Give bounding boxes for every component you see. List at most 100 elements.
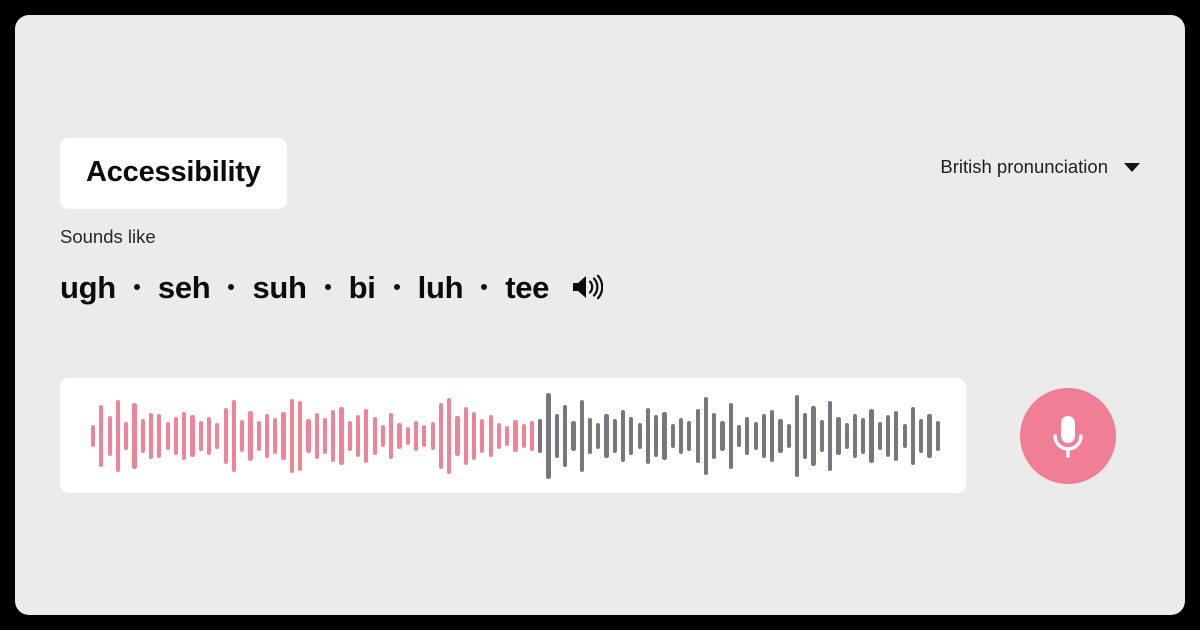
waveform-bar: [248, 410, 253, 461]
syllable: seh: [157, 269, 211, 305]
waveform-bar: [372, 416, 377, 455]
waveform-bar: [389, 412, 394, 459]
waveform-bar: [215, 422, 220, 449]
waveform-bar: [356, 414, 361, 457]
waveform-bar: [604, 413, 609, 458]
syllable: bi: [348, 269, 376, 305]
waveform-bar: [223, 407, 228, 464]
waveform-bar: [894, 410, 899, 461]
waveform-bar: [571, 420, 576, 451]
waveform-bar: [380, 424, 386, 447]
syllable-separator-dot: [133, 284, 140, 290]
waveform-bar: [745, 416, 750, 455]
waveform-bar: [148, 412, 154, 459]
waveform-bar: [579, 399, 584, 472]
waveform-bars: [91, 378, 966, 493]
waveform-bar: [836, 416, 841, 455]
page-title: Accessibility: [86, 156, 261, 188]
syllable-separator-dot: [393, 284, 400, 290]
waveform-bar: [828, 400, 833, 471]
waveform-bar: [596, 422, 601, 449]
waveform-bar: [124, 421, 129, 450]
waveform-bar: [347, 420, 352, 451]
waveform-bar: [778, 418, 783, 453]
waveform-bar: [538, 418, 543, 453]
waveform-bar: [678, 417, 684, 454]
screenshot-frame: Accessibility British pronunciation Soun…: [0, 0, 1200, 630]
waveform-bar: [695, 408, 700, 463]
waveform-bar: [182, 411, 187, 460]
waveform-bar: [463, 406, 468, 465]
speaker-volume-icon: [573, 274, 604, 300]
waveform-bar: [405, 426, 410, 445]
waveform-panel[interactable]: [60, 378, 966, 493]
page-title-chip: Accessibility: [60, 138, 287, 209]
waveform-bar: [670, 423, 675, 448]
syllable-separator-dot: [228, 284, 235, 290]
waveform-bar: [438, 402, 443, 469]
waveform-bar: [736, 424, 742, 447]
accessibility-card: Accessibility British pronunciation Soun…: [15, 15, 1185, 615]
waveform-bar: [645, 407, 651, 464]
waveform-bar: [902, 423, 907, 448]
waveform-bar: [505, 425, 510, 446]
waveform-bar: [529, 420, 535, 451]
waveform-bar: [770, 409, 775, 462]
waveform-bar: [919, 418, 924, 453]
waveform-bar: [273, 417, 278, 454]
waveform-bar: [687, 420, 692, 451]
waveform-bar: [803, 412, 808, 459]
waveform-bar: [852, 413, 858, 458]
waveform-bar: [99, 404, 104, 467]
waveform-bar: [339, 406, 344, 465]
waveform-bar: [563, 404, 568, 467]
pronunciation-select[interactable]: British pronunciation: [940, 156, 1140, 177]
waveform-bar: [587, 417, 593, 454]
play-pronunciation-button[interactable]: [571, 272, 604, 302]
waveform-bar: [471, 411, 477, 460]
waveform-bar: [877, 421, 882, 450]
chevron-down-icon: [1124, 162, 1140, 172]
waveform-bar: [140, 418, 145, 453]
sounds-like-label: Sounds like: [60, 226, 156, 247]
waveform-bar: [927, 413, 932, 458]
waveform-bar: [364, 408, 369, 463]
waveform-bar: [761, 413, 766, 458]
waveform-bar: [240, 419, 245, 452]
waveform-bar: [413, 420, 419, 451]
waveform-bar: [281, 411, 286, 460]
waveform-bar: [198, 420, 203, 451]
waveform-bar: [720, 420, 725, 451]
waveform-bar: [886, 414, 891, 457]
waveform-bar: [513, 419, 518, 452]
waveform-bar: [728, 402, 733, 469]
waveform-bar: [621, 409, 626, 462]
waveform-bar: [488, 414, 493, 457]
waveform-bar: [447, 397, 452, 474]
waveform-bar: [794, 394, 800, 477]
waveform-bar: [289, 398, 294, 473]
waveform-bar: [554, 413, 559, 458]
syllable: luh: [417, 269, 464, 305]
waveform-bar: [819, 419, 824, 452]
waveform-bar: [935, 420, 940, 451]
waveform-bar: [314, 412, 319, 459]
waveform-bar: [455, 415, 460, 456]
syllable: ugh: [60, 269, 116, 305]
waveform-bar: [662, 411, 667, 460]
syllable-list: ugh seh suh bi luh tee: [60, 267, 604, 307]
waveform-bar: [422, 424, 427, 447]
waveform-bar: [430, 421, 435, 450]
waveform-bar: [637, 422, 642, 449]
waveform-bar: [132, 402, 137, 469]
record-microphone-button[interactable]: [1020, 388, 1116, 484]
waveform-bar: [91, 424, 96, 447]
waveform-bar: [231, 399, 236, 472]
waveform-bar: [703, 396, 708, 475]
waveform-bar: [811, 405, 816, 466]
syllable-separator-dot: [481, 284, 488, 290]
pronunciation-select-value: British pronunciation: [940, 156, 1108, 177]
waveform-bar: [844, 422, 849, 449]
waveform-bar: [753, 421, 758, 450]
waveform-bar: [654, 414, 659, 457]
